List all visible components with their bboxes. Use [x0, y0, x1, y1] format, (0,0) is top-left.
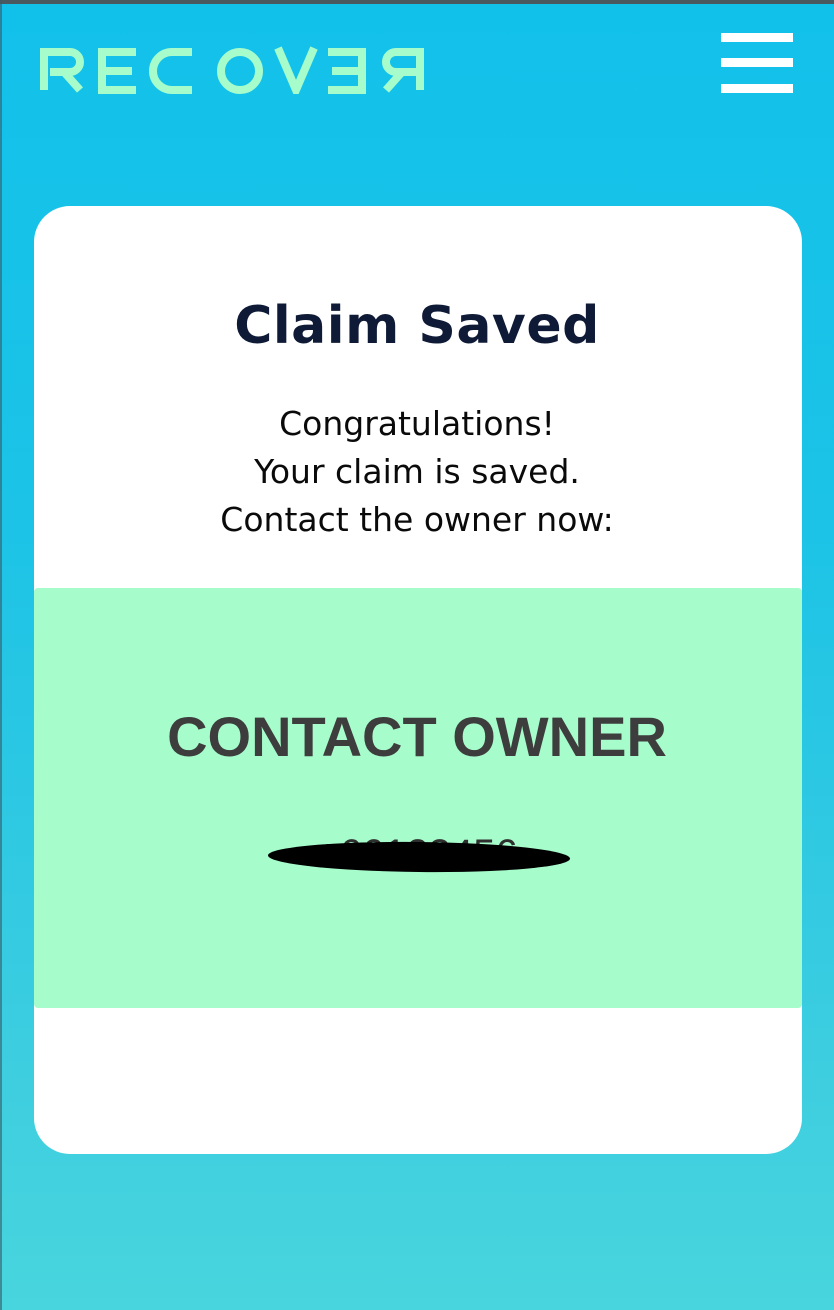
menu-button[interactable]	[718, 30, 796, 96]
contact-owner-label[interactable]: CONTACT OWNER	[0, 704, 834, 769]
window-top-border	[0, 0, 834, 4]
contact-instruction-text: Contact the owner now:	[220, 500, 614, 539]
congrats-text: Congratulations!	[279, 404, 555, 443]
page-title: Claim Saved	[234, 296, 600, 356]
contact-owner-button[interactable]	[34, 588, 802, 1008]
logo-wordmark	[40, 46, 424, 101]
brand-logo[interactable]	[40, 44, 430, 101]
claim-saved-text: Your claim is saved.	[254, 452, 580, 491]
window-left-border	[0, 0, 2, 1310]
